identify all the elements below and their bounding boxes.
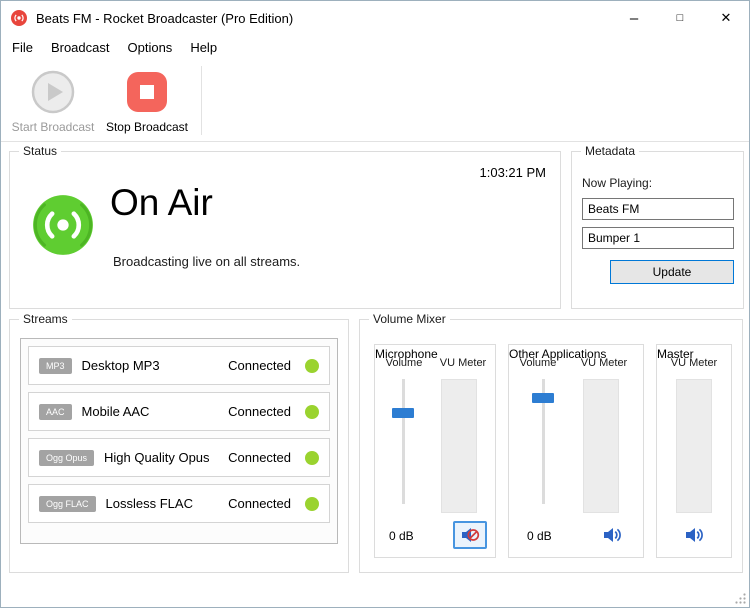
app-icon <box>11 10 27 26</box>
stream-status: Connected <box>228 358 291 373</box>
status-subtext: Broadcasting live on all streams. <box>113 254 301 269</box>
connected-indicator-dot <box>305 358 319 373</box>
connected-indicator-dot <box>305 450 319 465</box>
toolbar: Start Broadcast Stop Broadcast <box>1 61 749 142</box>
menu-broadcast[interactable]: Broadcast <box>42 35 119 61</box>
codec-badge: MP3 <box>39 357 72 374</box>
other-applications-db-label: 0 dB <box>527 529 552 543</box>
status-group-label: Status <box>19 144 62 158</box>
menu-help[interactable]: Help <box>181 35 226 61</box>
speaker-muted-icon <box>462 528 480 542</box>
master-mute-button[interactable] <box>677 521 711 549</box>
other-applications-channel: Other Applications Volume VU Meter 0 dB <box>508 344 644 558</box>
vu-meter-column-label: VU Meter <box>439 357 487 369</box>
microphone-vu-meter <box>441 379 477 513</box>
stream-row-desktop-mp3[interactable]: MP3 Desktop MP3 Connected <box>28 346 330 385</box>
metadata-group: Metadata Now Playing: Update <box>571 144 744 309</box>
microphone-volume-slider[interactable] <box>402 379 405 504</box>
titlebar: Beats FM - Rocket Broadcaster (Pro Editi… <box>1 1 749 35</box>
vu-meter-column-label: VU Meter <box>670 357 718 369</box>
start-broadcast-label: Start Broadcast <box>11 120 95 134</box>
stream-row-mobile-aac[interactable]: AAC Mobile AAC Connected <box>28 392 330 431</box>
window-title: Beats FM - Rocket Broadcaster (Pro Editi… <box>36 10 294 26</box>
resize-grip[interactable] <box>734 592 747 605</box>
other-applications-mute-button[interactable] <box>595 521 629 549</box>
volume-column-label: Volume <box>519 357 557 369</box>
menu-options[interactable]: Options <box>119 35 182 61</box>
maximize-button[interactable]: □ <box>657 1 703 35</box>
master-channel: Master VU Meter <box>656 344 732 558</box>
other-applications-volume-slider-handle[interactable] <box>532 392 554 403</box>
streams-group: Streams MP3 Desktop MP3 Connected AAC Mo… <box>9 312 349 573</box>
start-broadcast-button[interactable]: Start Broadcast <box>11 69 95 134</box>
speaker-icon <box>604 528 621 542</box>
update-button[interactable]: Update <box>610 260 734 284</box>
codec-badge: Ogg Opus <box>39 449 95 466</box>
streams-group-label: Streams <box>19 312 72 326</box>
menu-file[interactable]: File <box>3 35 42 61</box>
stream-name: High Quality Opus <box>104 450 210 465</box>
codec-badge: Ogg FLAC <box>39 495 96 512</box>
streams-list: MP3 Desktop MP3 Connected AAC Mobile AAC… <box>20 338 338 544</box>
stream-row-high-quality-opus[interactable]: Ogg Opus High Quality Opus Connected <box>28 438 330 477</box>
connected-indicator-dot <box>305 404 319 419</box>
on-air-icon <box>33 195 93 255</box>
volume-column-label: Volume <box>385 357 423 369</box>
close-button[interactable]: ✕ <box>703 1 749 35</box>
status-group: Status 1:03:21 PM On Air Broadcasting li… <box>9 144 561 309</box>
microphone-channel: Microphone Volume VU Meter 0 dB <box>374 344 496 558</box>
app-window: Beats FM - Rocket Broadcaster (Pro Editi… <box>0 0 750 608</box>
speaker-icon <box>686 528 703 542</box>
microphone-volume-slider-handle[interactable] <box>392 407 414 418</box>
stop-broadcast-label: Stop Broadcast <box>105 120 189 134</box>
microphone-db-label: 0 dB <box>389 529 414 543</box>
stream-status: Connected <box>228 496 291 511</box>
metadata-group-label: Metadata <box>581 144 640 158</box>
stream-status: Connected <box>228 450 291 465</box>
other-applications-vu-meter <box>583 379 619 513</box>
volume-mixer-group: Volume Mixer Microphone Volume VU Meter … <box>359 312 743 573</box>
minimize-button[interactable]: – <box>611 1 657 35</box>
volume-mixer-group-label: Volume Mixer <box>369 312 450 326</box>
stream-name: Lossless FLAC <box>105 496 193 511</box>
codec-badge: AAC <box>39 403 72 420</box>
stream-status: Connected <box>228 404 291 419</box>
now-playing-field-2[interactable] <box>582 227 734 249</box>
stream-row-lossless-flac[interactable]: Ogg FLAC Lossless FLAC Connected <box>28 484 330 523</box>
master-vu-meter <box>676 379 712 513</box>
stop-icon <box>127 72 167 112</box>
menubar: File Broadcast Options Help <box>1 35 749 61</box>
now-playing-label: Now Playing: <box>582 176 653 190</box>
stop-broadcast-button[interactable]: Stop Broadcast <box>103 69 191 134</box>
now-playing-field-1[interactable] <box>582 198 734 220</box>
clock: 1:03:21 PM <box>479 165 547 180</box>
connected-indicator-dot <box>305 496 319 511</box>
microphone-mute-button[interactable] <box>453 521 487 549</box>
on-air-headline: On Air <box>110 182 213 223</box>
stream-name: Mobile AAC <box>81 404 150 419</box>
stream-name: Desktop MP3 <box>81 358 160 373</box>
play-icon <box>31 70 75 114</box>
vu-meter-column-label: VU Meter <box>580 357 628 369</box>
toolbar-separator <box>201 66 202 135</box>
